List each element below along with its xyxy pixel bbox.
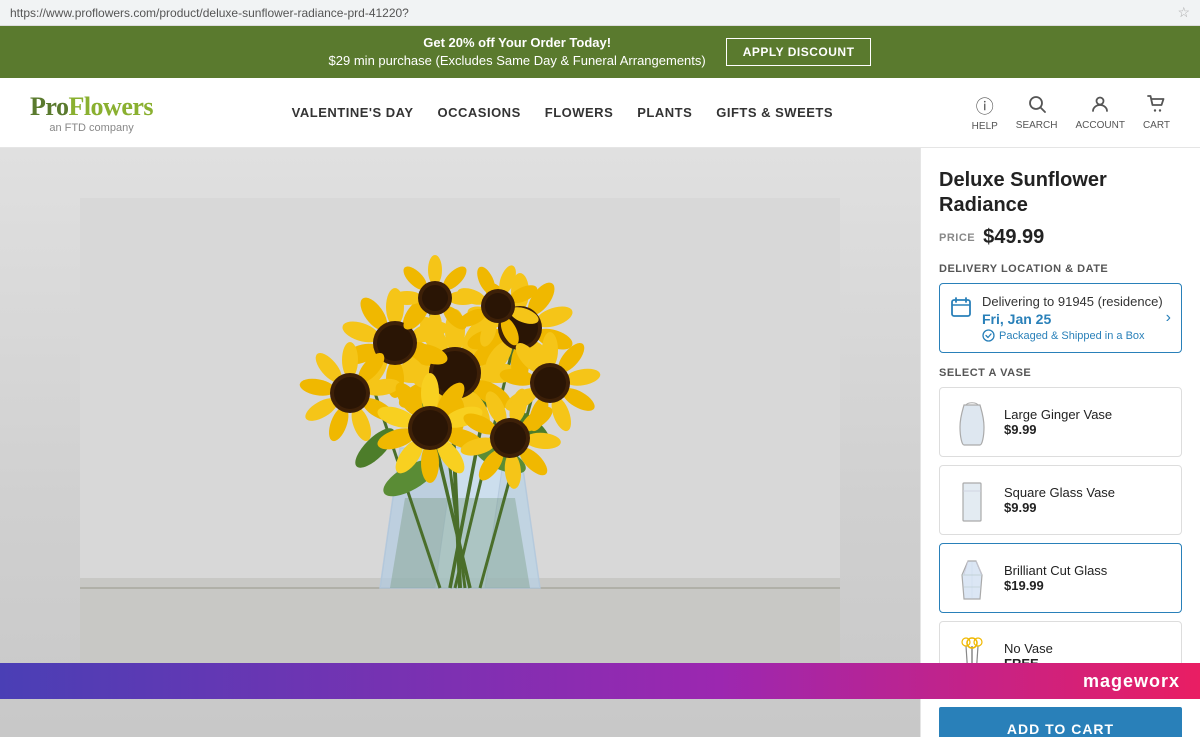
mageworx-bar: mageworx bbox=[0, 663, 1200, 699]
logo[interactable]: ProFlowers an FTD company bbox=[30, 92, 153, 134]
calendar-icon bbox=[950, 296, 972, 324]
url-bar: https://www.proflowers.com/product/delux… bbox=[0, 0, 1200, 26]
vase-name-no-vase: No Vase bbox=[1004, 641, 1171, 656]
vase-price-square-glass: $9.99 bbox=[1004, 500, 1171, 515]
product-image bbox=[0, 148, 920, 737]
nav-plants[interactable]: PLANTS bbox=[637, 105, 692, 120]
right-panel: Deluxe Sunflower Radiance PRICE $49.99 D… bbox=[920, 148, 1200, 737]
logo-text: ProFlowers bbox=[30, 92, 153, 122]
product-title: Deluxe Sunflower Radiance bbox=[939, 168, 1182, 218]
nav-gifts-sweets[interactable]: GIFTS & SWEETS bbox=[716, 105, 833, 120]
logo-sub: an FTD company bbox=[49, 122, 133, 134]
header: ProFlowers an FTD company VALENTINE'S DA… bbox=[0, 78, 1200, 148]
price-label: PRICE bbox=[939, 232, 975, 244]
delivery-ship: Packaged & Shipped in a Box bbox=[982, 329, 1171, 342]
add-to-cart-button[interactable]: ADD TO CART bbox=[939, 707, 1182, 737]
delivery-date: Fri, Jan 25 bbox=[982, 311, 1171, 327]
url-text: https://www.proflowers.com/product/delux… bbox=[10, 6, 409, 20]
bookmark-icon[interactable]: ☆ bbox=[1177, 4, 1190, 21]
vase-section-label: SELECT A VASE bbox=[939, 367, 1182, 379]
delivery-section-label: DELIVERY LOCATION & DATE bbox=[939, 263, 1182, 275]
nav-occasions[interactable]: OCCASIONS bbox=[438, 105, 521, 120]
vase-image-large-ginger bbox=[950, 396, 994, 448]
vase-option-square-glass[interactable]: Square Glass Vase $9.99 bbox=[939, 465, 1182, 535]
vase-name-square-glass: Square Glass Vase bbox=[1004, 485, 1171, 500]
account-button[interactable]: ACCOUNT bbox=[1075, 95, 1124, 131]
promo-banner: Get 20% off Your Order Today! $29 min pu… bbox=[0, 26, 1200, 78]
help-button[interactable]: ⓘ HELP bbox=[972, 93, 998, 132]
vase-image-square-glass bbox=[950, 474, 994, 526]
vase-details-square-glass: Square Glass Vase $9.99 bbox=[1004, 485, 1171, 515]
vase-option-brilliant-cut[interactable]: Brilliant Cut Glass $19.99 bbox=[939, 543, 1182, 613]
price-row: PRICE $49.99 bbox=[939, 226, 1182, 249]
delivery-box[interactable]: Delivering to 91945 (residence) Fri, Jan… bbox=[939, 283, 1182, 353]
product-image-area bbox=[0, 148, 920, 737]
vase-option-large-ginger[interactable]: Large Ginger Vase $9.99 bbox=[939, 387, 1182, 457]
product-image-svg bbox=[80, 198, 840, 688]
vase-price-large-ginger: $9.99 bbox=[1004, 422, 1171, 437]
help-icon: ⓘ bbox=[976, 93, 994, 119]
vase-image-brilliant-cut bbox=[950, 552, 994, 604]
main-nav: VALENTINE'S DAY OCCASIONS FLOWERS PLANTS… bbox=[292, 105, 833, 120]
delivery-to: Delivering to 91945 (residence) bbox=[982, 294, 1171, 309]
promo-text: Get 20% off Your Order Today! $29 min pu… bbox=[329, 34, 706, 70]
search-label: SEARCH bbox=[1016, 120, 1058, 131]
vase-price-brilliant-cut: $19.99 bbox=[1004, 578, 1171, 593]
nav-actions: ⓘ HELP SEARCH ACCOUNT CART bbox=[972, 93, 1170, 132]
apply-discount-button[interactable]: APPLY DISCOUNT bbox=[726, 38, 872, 66]
vase-name-large-ginger: Large Ginger Vase bbox=[1004, 407, 1171, 422]
help-label: HELP bbox=[972, 121, 998, 132]
nav-flowers[interactable]: FLOWERS bbox=[545, 105, 614, 120]
vase-details-brilliant-cut: Brilliant Cut Glass $19.99 bbox=[1004, 563, 1171, 593]
search-button[interactable]: SEARCH bbox=[1016, 95, 1058, 131]
promo-line2: $29 min purchase (Excludes Same Day & Fu… bbox=[329, 53, 706, 68]
delivery-info: Delivering to 91945 (residence) Fri, Jan… bbox=[982, 294, 1171, 342]
search-icon bbox=[1028, 95, 1046, 118]
promo-line1: Get 20% off Your Order Today! bbox=[423, 35, 611, 50]
vase-details-large-ginger: Large Ginger Vase $9.99 bbox=[1004, 407, 1171, 437]
chevron-right-icon: › bbox=[1166, 309, 1171, 327]
nav-valentines-day[interactable]: VALENTINE'S DAY bbox=[292, 105, 414, 120]
cart-label: CART bbox=[1143, 120, 1170, 131]
account-icon bbox=[1091, 95, 1109, 118]
main-content: Deluxe Sunflower Radiance PRICE $49.99 D… bbox=[0, 148, 1200, 737]
mageworx-logo: mageworx bbox=[1083, 671, 1180, 692]
price-value: $49.99 bbox=[983, 226, 1044, 249]
cart-button[interactable]: CART bbox=[1143, 95, 1170, 131]
cart-icon bbox=[1147, 95, 1165, 118]
vase-name-brilliant-cut: Brilliant Cut Glass bbox=[1004, 563, 1171, 578]
account-label: ACCOUNT bbox=[1075, 120, 1124, 131]
